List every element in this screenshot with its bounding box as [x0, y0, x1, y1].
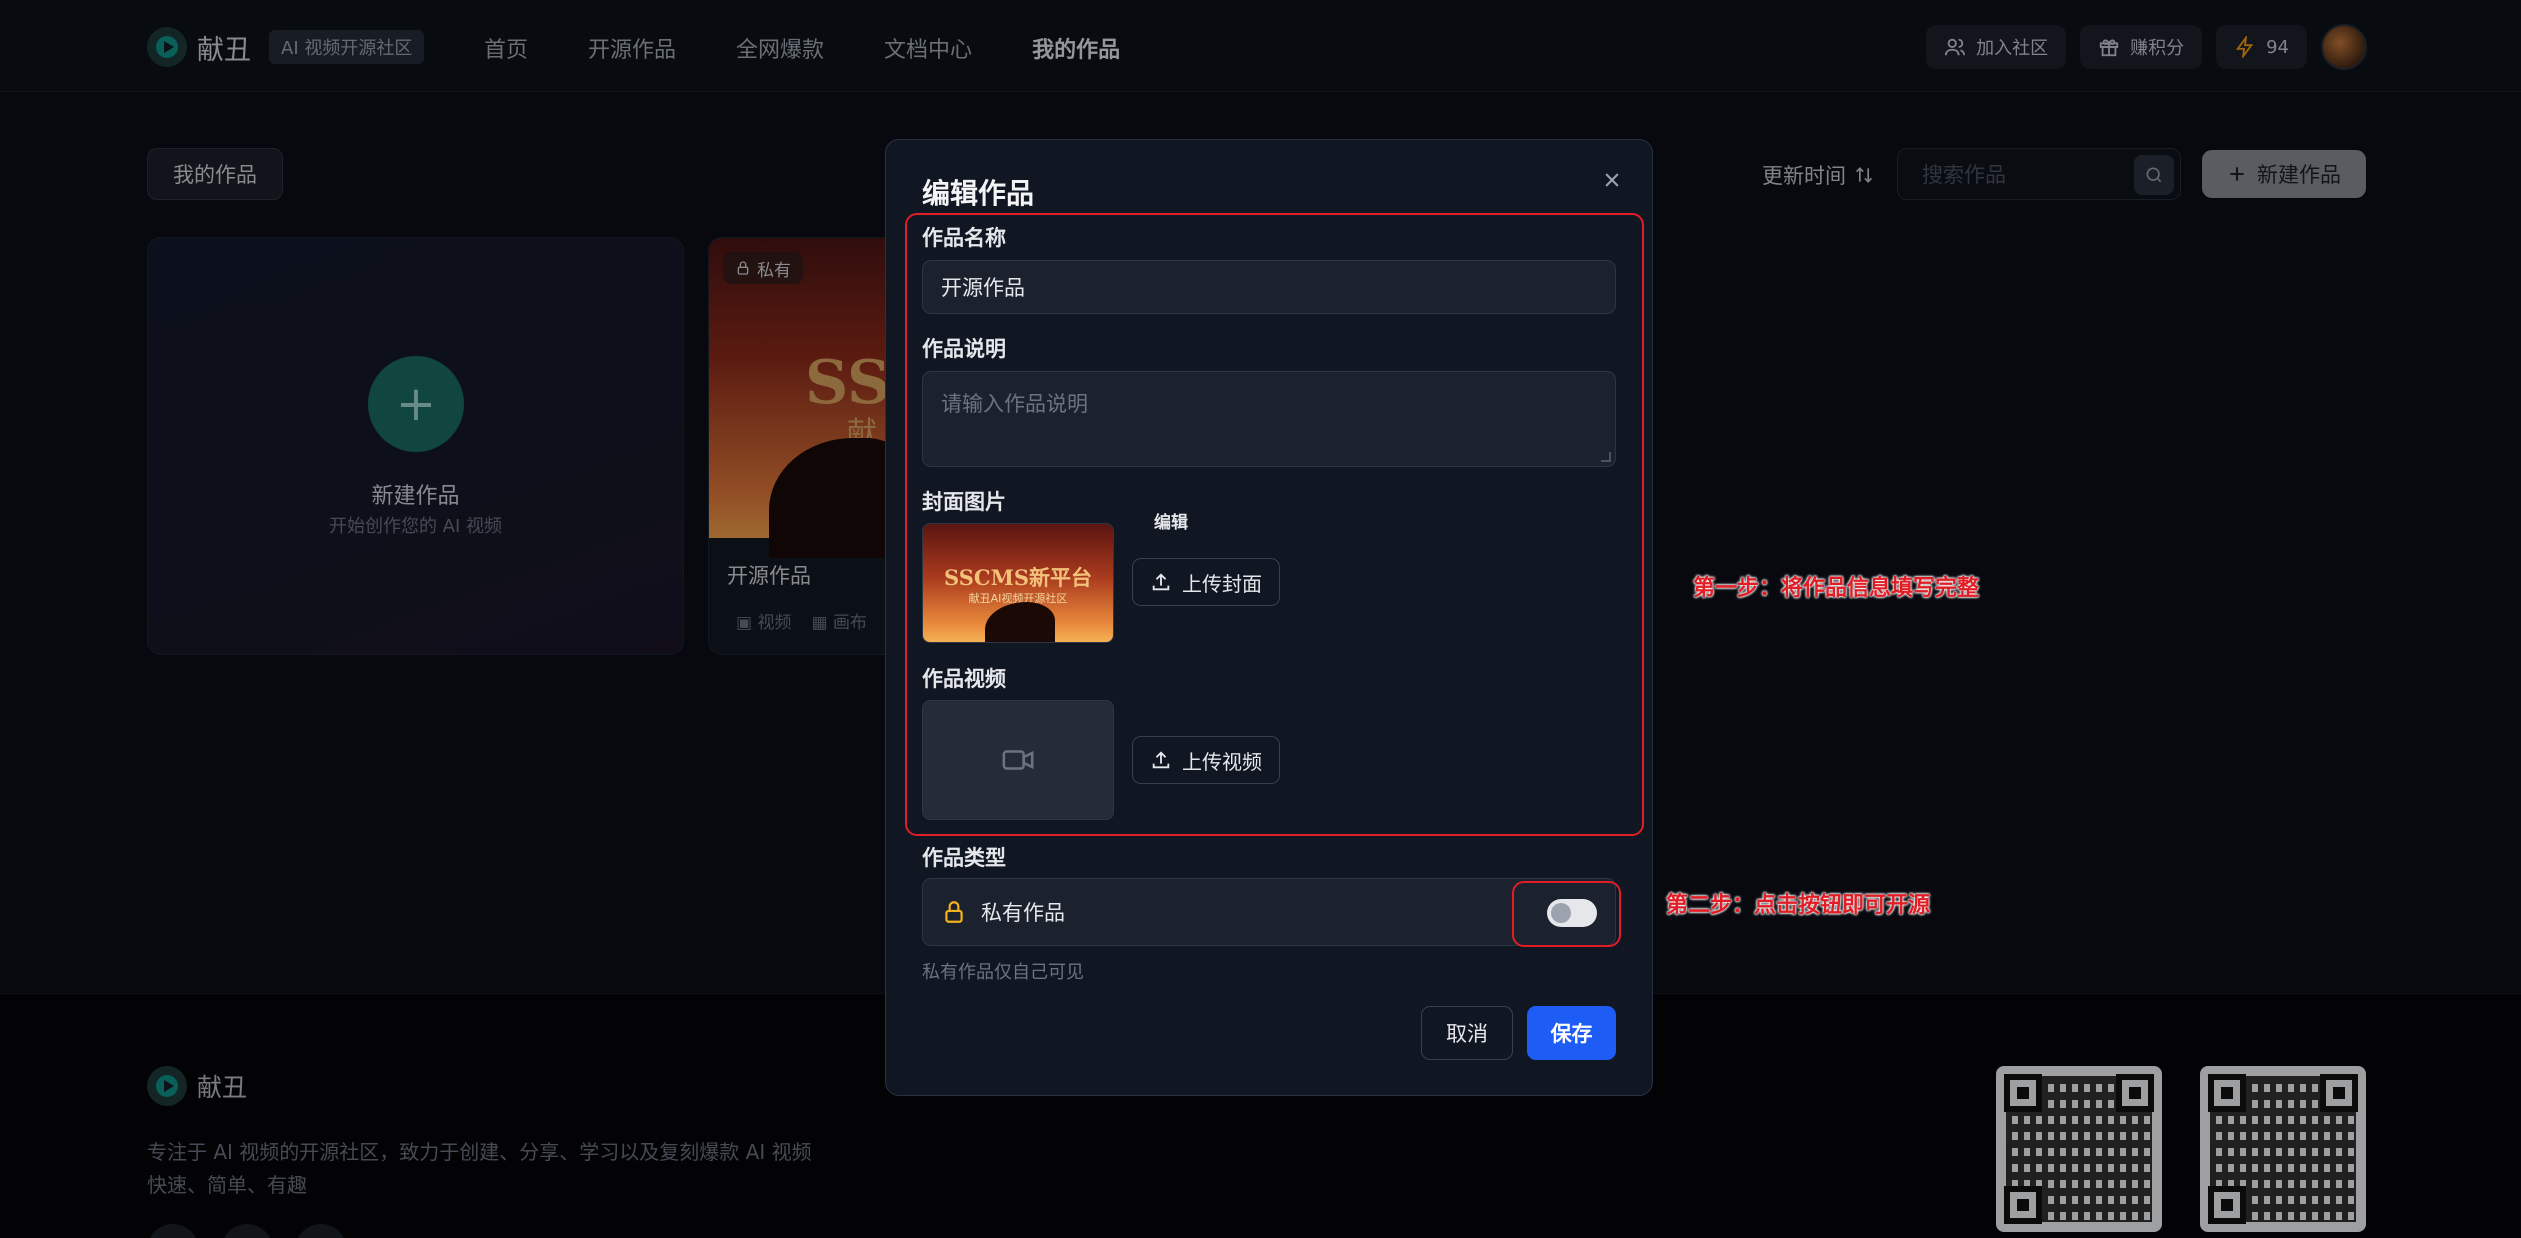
- type-label: 作品类型: [922, 846, 1006, 870]
- cancel-button[interactable]: 取消: [1421, 1006, 1513, 1060]
- work-type-hint: 私有作品仅自己可见: [922, 962, 1084, 983]
- modal-title: 编辑作品: [922, 177, 1035, 210]
- page: 献丑 AI 视频开源社区 首页 开源作品 全网爆款 文档中心 我的作品 加入社区…: [0, 0, 2521, 1238]
- save-button[interactable]: 保存: [1527, 1006, 1616, 1060]
- step1-annotation: 第一步：将作品信息填写完整: [1693, 575, 1980, 601]
- step2-annotation: 第二步：点击按钮即可开源: [1666, 892, 1931, 918]
- step2-highlight-box: [1512, 881, 1621, 947]
- close-button[interactable]: [1596, 164, 1628, 196]
- close-icon: [1605, 173, 1619, 187]
- step1-highlight-box: [905, 213, 1644, 836]
- work-type-value: 私有作品: [981, 901, 1065, 925]
- lock-icon: [945, 901, 963, 923]
